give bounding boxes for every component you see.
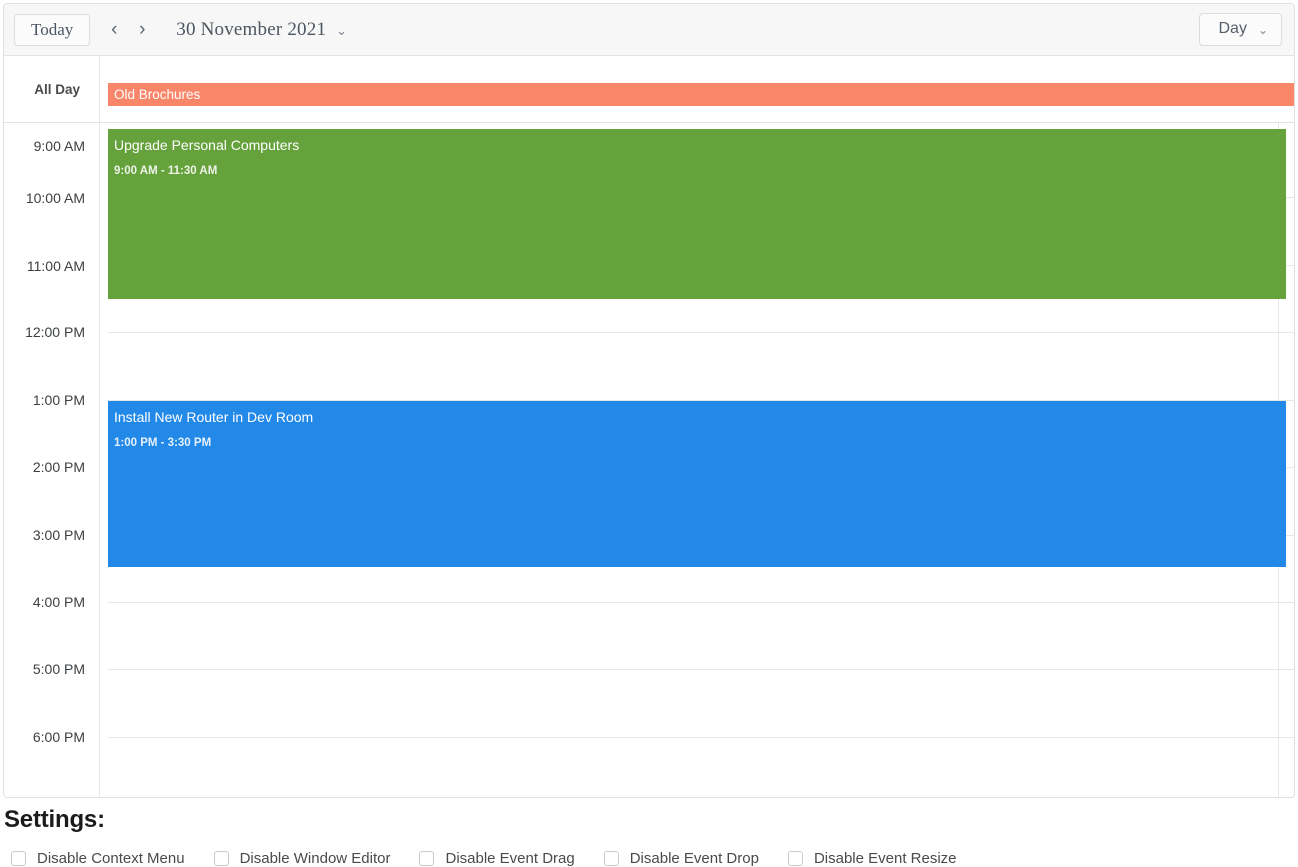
- calendar-widget: Today ‹ › 30 November 2021 ⌄ Day ⌄ All D…: [3, 3, 1295, 798]
- time-axis-label: 6:00 PM: [32, 729, 85, 745]
- today-button[interactable]: Today: [14, 13, 91, 46]
- settings-heading: Settings:: [4, 806, 105, 833]
- toolbar-right-group: Day ⌄: [1199, 13, 1282, 46]
- checkbox-icon[interactable]: [787, 851, 803, 866]
- setting-option-label: Disable Event Drop: [629, 850, 759, 867]
- previous-day-button[interactable]: ‹: [100, 20, 128, 39]
- next-day-button[interactable]: ›: [128, 20, 156, 39]
- checkbox-icon[interactable]: [419, 851, 435, 866]
- hour-gridline: [108, 737, 1294, 738]
- calendar-event[interactable]: Install New Router in Dev Room 1:00 PM - …: [108, 401, 1286, 567]
- view-selector-label: Day: [1218, 20, 1247, 37]
- setting-option[interactable]: Disable Event Drag: [419, 850, 575, 867]
- calendar-toolbar: Today ‹ › 30 November 2021 ⌄ Day ⌄: [4, 4, 1294, 56]
- setting-option[interactable]: Disable Window Editor: [213, 850, 391, 867]
- setting-option[interactable]: Disable Context Menu: [11, 850, 185, 867]
- all-day-row: All Day Old Brochures: [4, 56, 1294, 123]
- setting-option-label: Disable Window Editor: [239, 850, 391, 867]
- all-day-divider: [99, 56, 100, 123]
- time-axis-label: 12:00 PM: [25, 324, 85, 340]
- time-axis: 9:00 AM 10:00 AM 11:00 AM 12:00 PM 1:00 PM 2:…: [4, 123, 99, 797]
- setting-option[interactable]: Disable Event Drop: [603, 850, 759, 867]
- event-time-range: 9:00 AM - 11:30 AM: [114, 165, 218, 177]
- view-selector-button[interactable]: Day ⌄: [1199, 13, 1282, 46]
- event-time-range: 1:00 PM - 3:30 PM: [114, 437, 212, 449]
- settings-options: Disable Context Menu Disable Window Edito…: [0, 850, 1298, 867]
- event-title: Install New Router in Dev Room: [114, 409, 314, 425]
- time-axis-label: 3:00 PM: [32, 527, 85, 543]
- all-day-label: All Day: [34, 82, 80, 97]
- checkbox-icon[interactable]: [11, 851, 26, 866]
- setting-option-label: Disable Event Resize: [813, 850, 957, 867]
- day-column[interactable]: Upgrade Personal Computers 9:00 AM - 11:3…: [100, 123, 1294, 797]
- current-date-text: 30 November 2021: [176, 18, 327, 40]
- event-title: Upgrade Personal Computers: [114, 137, 300, 153]
- setting-option[interactable]: Disable Event Resize: [787, 850, 957, 867]
- checkbox-icon[interactable]: [213, 851, 229, 866]
- time-axis-label: 2:00 PM: [32, 459, 85, 475]
- chevron-down-icon: ⌄: [1257, 23, 1268, 37]
- hour-gridline: [108, 602, 1294, 603]
- time-axis-label: 10:00 AM: [25, 190, 85, 206]
- checkbox-icon[interactable]: [603, 851, 619, 866]
- time-axis-label: 11:00 AM: [26, 258, 85, 274]
- time-axis-label: 5:00 PM: [32, 661, 85, 677]
- time-axis-label: 9:00 AM: [33, 138, 85, 154]
- hour-gridline: [108, 332, 1294, 333]
- hour-gridline: [108, 669, 1294, 670]
- calendar-page: Today ‹ › 30 November 2021 ⌄ Day ⌄ All D…: [0, 0, 1298, 867]
- date-picker-label[interactable]: 30 November 2021 ⌄: [176, 19, 347, 41]
- setting-option-label: Disable Context Menu: [37, 850, 185, 867]
- chevron-down-icon: ⌄: [336, 23, 348, 38]
- settings-section: Settings: Disable Context Menu Disable Wi…: [0, 800, 1298, 867]
- all-day-event-old-brochures[interactable]: Old Brochures: [108, 83, 1294, 106]
- time-axis-label: 4:00 PM: [32, 594, 85, 610]
- setting-option-label: Disable Event Drag: [445, 850, 575, 867]
- time-axis-label: 1:00 PM: [32, 392, 85, 408]
- calendar-event[interactable]: Upgrade Personal Computers 9:00 AM - 11:3…: [108, 129, 1286, 299]
- toolbar-left-group: Today ‹ › 30 November 2021 ⌄: [14, 13, 347, 46]
- time-grid: 9:00 AM 10:00 AM 11:00 AM 12:00 PM 1:00 PM 2:…: [4, 123, 1294, 797]
